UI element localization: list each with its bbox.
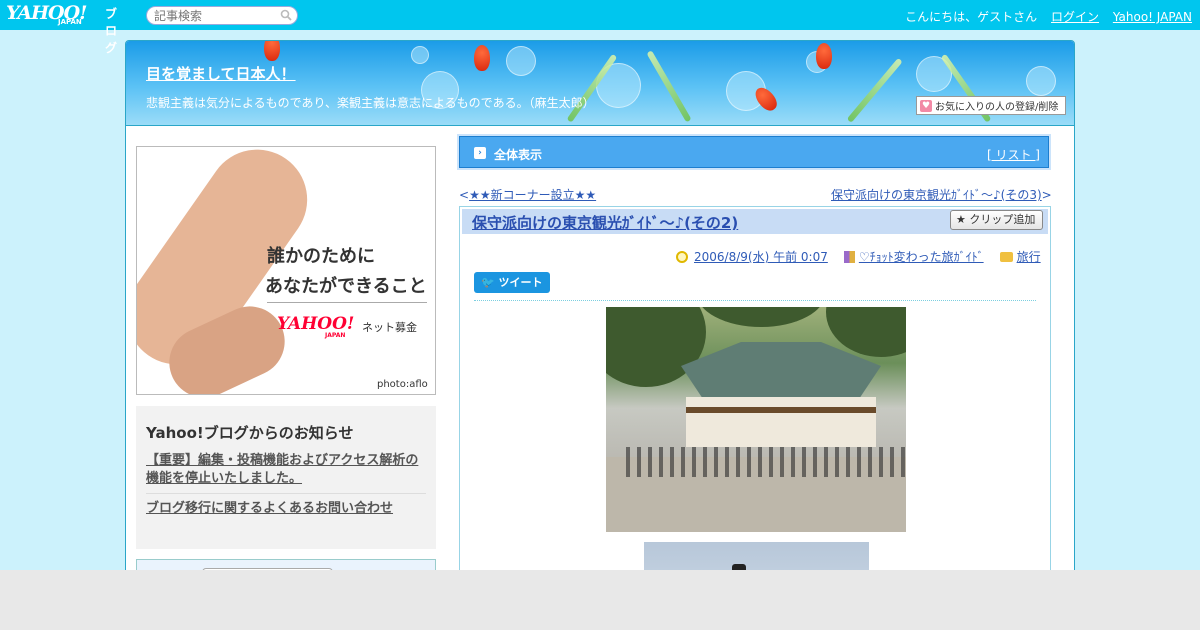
article-search-input[interactable] [146, 6, 298, 25]
logo-sub: JAPAN [58, 18, 82, 26]
next-arrow: > [1041, 188, 1052, 202]
logo-blog: ブログ [105, 7, 118, 55]
all-posts-label: 全体表示 [494, 148, 543, 162]
blog-post: 保守派向けの東京観光ｶﾞｲﾄﾞ〜♪(その2) ★ クリップ追加 2006/8/9… [459, 206, 1051, 599]
ad-yahoo-logo-sub: JAPAN [325, 332, 346, 339]
notice-link-migration-faq[interactable]: ブログ移行に関するよくあるお問い合わせ [146, 500, 426, 518]
ad-line-1: 誰かのために [267, 246, 375, 267]
blog-frame: 目を覚まして日本人！ 悲観主義は気分によるものであり、楽観主義は意志によるもので… [125, 40, 1075, 600]
user-nav: こんにちは、ゲストさん ログイン Yahoo! JAPAN [895, 8, 1192, 25]
crowd-shape [626, 447, 906, 477]
charity-ad-banner[interactable]: 誰かのために あなたができること YAHOO! JAPAN ネット募金 phot… [136, 146, 436, 395]
book-icon [843, 250, 855, 263]
post-title[interactable]: 保守派向けの東京観光ｶﾞｲﾄﾞ〜♪(その2) [472, 212, 738, 233]
blog-notice-box: Yahoo!ブログからのお知らせ 【重要】編集・投稿機能およびアクセス解析の機能… [136, 406, 436, 549]
goldfish-icon [474, 45, 490, 71]
notice-link-important[interactable]: 【重要】編集・投稿機能およびアクセス解析の機能を停止いたしました。 [146, 452, 426, 488]
prev-arrow: < [459, 188, 470, 202]
folder-icon [999, 251, 1013, 262]
bottom-bar [0, 570, 1200, 630]
post-meta: 2006/8/9(水) 午前 0:07 ♡ﾁｮｯﾄ変わった旅ｶﾞｲﾄﾞ 旅行 [676, 248, 1041, 265]
ad-line-2: あなたができること [265, 276, 427, 297]
tweet-label: ツイート [498, 276, 543, 289]
tweet-button[interactable]: 🐦 ツイート [474, 272, 550, 293]
blog-title[interactable]: 目を覚まして日本人！ [146, 63, 296, 84]
post-header: 保守派向けの東京観光ｶﾞｲﾄﾞ〜♪(その2) ★ クリップ追加 [462, 209, 1048, 234]
bubble-decoration [1026, 66, 1056, 96]
star-icon: ★ [956, 213, 966, 226]
ad-divider [267, 302, 427, 303]
post-folder-link[interactable]: 旅行 [1017, 248, 1041, 265]
greeting-text: こんにちは、ゲストさん [905, 10, 1038, 24]
yahoo-japan-link[interactable]: Yahoo! JAPAN [1113, 10, 1192, 24]
bubble-decoration [411, 46, 429, 64]
list-view-link[interactable]: [ リスト ] [987, 146, 1040, 163]
leaf-decoration [846, 57, 903, 123]
heart-icon: ♥ [920, 99, 932, 112]
leaf-decoration [646, 50, 692, 123]
twitter-bird-icon: 🐦 [481, 276, 495, 289]
shrine-photo[interactable] [606, 307, 906, 532]
bubble-decoration [506, 46, 536, 76]
ad-yahoo-logo: YAHOO! [277, 314, 355, 334]
blog-description: 悲観主義は気分によるものであり、楽観主義は意志によるものである。（麻生太郎） [146, 96, 595, 110]
blog-banner: 目を覚まして日本人！ 悲観主義は気分によるものであり、楽観主義は意志によるもので… [126, 41, 1074, 126]
favorite-register-label: お気に入りの人の登録/削除 [935, 102, 1059, 113]
shrine-wall [686, 397, 876, 447]
arrow-right-icon: › [474, 147, 486, 159]
next-post-link[interactable]: 保守派向けの東京観光ｶﾞｲﾄﾞ〜♪(その3)> [831, 186, 1052, 203]
list-view-text[interactable]: [ リスト ] [987, 148, 1040, 162]
ad-service-name: ネット募金 [362, 321, 417, 334]
favorite-register-button[interactable]: ♥ お気に入りの人の登録/削除 [916, 96, 1066, 115]
top-bar: YAHOO! JAPAN ブログ こんにちは、ゲストさん ログイン Yahoo!… [0, 0, 1200, 55]
all-posts-bar: › 全体表示 [ リスト ] [459, 136, 1049, 168]
notice-divider [146, 493, 426, 494]
goldfish-icon [816, 43, 832, 69]
prev-post-link[interactable]: <★★新コーナー設立★★ [459, 186, 596, 203]
post-category-link[interactable]: ♡ﾁｮｯﾄ変わった旅ｶﾞｲﾄﾞ [859, 248, 984, 265]
notice-title: Yahoo!ブログからのお知らせ [146, 424, 354, 442]
shrine-roof [681, 342, 881, 402]
shrine-beam [686, 407, 876, 413]
post-divider [474, 300, 1036, 301]
next-post-title[interactable]: 保守派向けの東京観光ｶﾞｲﾄﾞ〜♪(その3) [831, 188, 1042, 202]
search-icon[interactable] [280, 9, 292, 21]
clip-add-button[interactable]: ★ クリップ追加 [950, 210, 1043, 230]
clock-icon [676, 250, 688, 263]
post-date-link[interactable]: 2006/8/9(水) 午前 0:07 [694, 248, 828, 265]
prev-post-title[interactable]: ★★新コーナー設立★★ [469, 188, 596, 202]
tree-shape [696, 307, 826, 327]
clip-add-label: クリップ追加 [969, 213, 1036, 226]
goldfish-icon [264, 41, 280, 61]
ad-photo-credit: photo:aflo [377, 379, 428, 390]
login-link[interactable]: ログイン [1051, 10, 1099, 24]
